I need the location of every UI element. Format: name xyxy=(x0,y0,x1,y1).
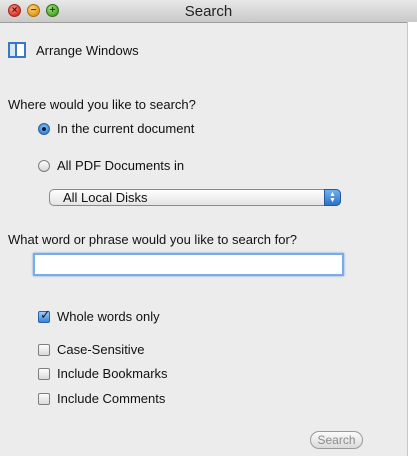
checkbox-checked-icon: ✓ xyxy=(38,306,51,323)
location-select[interactable]: All Local Disks ▲ ▼ xyxy=(49,189,341,206)
radio-selected-icon xyxy=(38,122,50,135)
checkbox-unchecked-icon xyxy=(38,367,50,380)
checkbox-unchecked-icon xyxy=(38,343,50,356)
include-bookmarks-label: Include Bookmarks xyxy=(57,366,168,381)
window-title: Search xyxy=(184,3,233,20)
whole-words-label: Whole words only xyxy=(57,309,160,324)
arrange-icon-left-pane xyxy=(10,44,17,56)
up-down-arrows-icon: ▲ ▼ xyxy=(324,189,341,206)
radio-all-pdf-documents[interactable]: All PDF Documents in xyxy=(38,158,184,173)
arrange-icon-right-pane xyxy=(17,44,24,56)
location-select-value: All Local Disks xyxy=(63,190,148,205)
search-phrase-question: What word or phrase would you like to se… xyxy=(8,232,298,247)
window-right-edge xyxy=(407,22,417,456)
arrange-windows-label: Arrange Windows xyxy=(36,42,139,58)
case-sensitive-checkbox[interactable]: Case-Sensitive xyxy=(38,342,144,357)
where-search-question: Where would you like to search? xyxy=(8,97,196,112)
include-bookmarks-checkbox[interactable]: Include Bookmarks xyxy=(38,366,168,381)
search-window: × − + Search Arrange Windows Where would… xyxy=(0,0,417,456)
checkbox-unchecked-icon xyxy=(38,392,50,405)
title-bar: × − + Search xyxy=(0,0,417,23)
arrange-windows-button[interactable]: Arrange Windows xyxy=(8,42,139,58)
radio-current-document[interactable]: In the current document xyxy=(38,121,194,136)
search-phrase-input[interactable] xyxy=(33,253,344,276)
include-comments-checkbox[interactable]: Include Comments xyxy=(38,391,165,406)
radio-current-document-label: In the current document xyxy=(57,121,195,136)
search-button[interactable]: Search xyxy=(310,431,363,449)
arrange-windows-icon xyxy=(8,42,26,58)
whole-words-checkbox[interactable]: ✓ Whole words only xyxy=(38,306,160,324)
radio-unselected-icon xyxy=(38,159,50,172)
include-comments-label: Include Comments xyxy=(57,391,166,406)
case-sensitive-label: Case-Sensitive xyxy=(57,342,145,357)
radio-all-pdf-documents-label: All PDF Documents in xyxy=(57,158,185,173)
